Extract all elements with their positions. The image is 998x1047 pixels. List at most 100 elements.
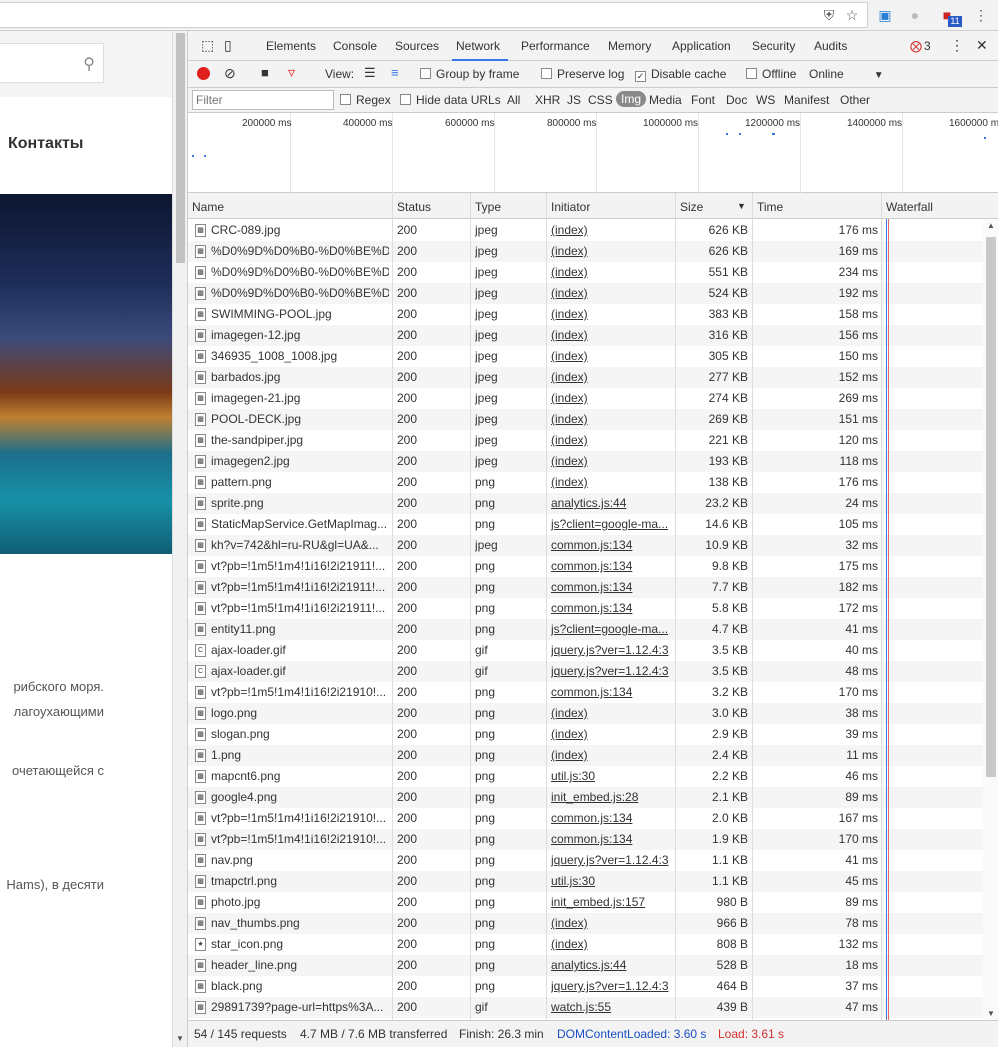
table-row[interactable]: ▩ the-sandpiper.jpg 200 jpeg (index) 221 KB 12… [188, 430, 983, 451]
filter-type-ws[interactable]: WS [756, 93, 775, 107]
table-row[interactable]: ▩ SWIMMING-POOL.jpg 200 jpeg (index) 383 KB 15… [188, 304, 983, 325]
filter-type-font[interactable]: Font [691, 93, 715, 107]
table-row[interactable]: ▩ sprite.png 200 png analytics.js:44 23.2 KB 2… [188, 493, 983, 514]
cell-initiator[interactable]: common.js:134 [551, 559, 673, 573]
cell-name[interactable]: 346935_1008_1008.jpg [211, 349, 389, 363]
cell-initiator[interactable]: common.js:134 [551, 811, 673, 825]
table-row[interactable]: ▩ nav_thumbs.png 200 png (index) 966 B 78 ms [188, 913, 983, 934]
search-icon[interactable]: ⚲ [83, 54, 95, 74]
extension-icon[interactable]: ▣ [876, 6, 894, 24]
table-row[interactable]: Cajax-loader.gif 200 gif jquery.js?ver=1.12… [188, 661, 983, 682]
cell-name[interactable]: %D0%9D%D0%B0-%D0%BE%D... [211, 265, 389, 279]
table-row[interactable]: ▩ imagegen2.jpg 200 jpeg (index) 193 KB 118 ms [188, 451, 983, 472]
table-row[interactable]: ▩ black.png 200 png jquery.js?ver=1.12.4:3 46… [188, 976, 983, 997]
cell-initiator[interactable]: (index) [551, 916, 673, 930]
scroll-down-icon[interactable]: ▼ [987, 1009, 995, 1018]
cell-name[interactable]: pattern.png [211, 475, 389, 489]
chevron-down-icon[interactable]: ▼ [874, 70, 884, 81]
cell-initiator[interactable]: (index) [551, 349, 673, 363]
cell-name[interactable]: ajax-loader.gif [211, 664, 389, 678]
checkbox-icon[interactable] [746, 68, 757, 79]
tab-performance[interactable]: Performance [521, 39, 590, 53]
cell-name[interactable]: imagegen2.jpg [211, 454, 389, 468]
cell-initiator[interactable]: (index) [551, 370, 673, 384]
cell-initiator[interactable]: (index) [551, 307, 673, 321]
filter-type-all[interactable]: All [507, 93, 520, 107]
cell-name[interactable]: the-sandpiper.jpg [211, 433, 389, 447]
cell-initiator[interactable]: (index) [551, 727, 673, 741]
offline-checkbox[interactable]: Offline [746, 67, 796, 81]
page-scroll-thumb[interactable] [176, 33, 185, 263]
table-row[interactable]: ▩ header_line.png 200 png analytics.js:44 528… [188, 955, 983, 976]
cell-name[interactable]: vt?pb=!1m5!1m4!1i16!2i21911!... [211, 559, 389, 573]
cell-name[interactable]: kh?v=742&hl=ru-RU&gl=UA&... [211, 538, 389, 552]
cell-name[interactable]: star_icon.png [211, 937, 389, 951]
table-row[interactable]: ▩ barbados.jpg 200 jpeg (index) 277 KB 152 ms [188, 367, 983, 388]
table-row[interactable]: ▩ pattern.png 200 png (index) 138 KB 176 ms [188, 472, 983, 493]
table-row[interactable]: ▩ %D0%9D%D0%B0-%D0%BE%D... 200 jpeg (index) 6… [188, 241, 983, 262]
camera-icon[interactable]: ■ [261, 65, 269, 80]
checkbox-icon[interactable] [420, 68, 431, 79]
cell-name[interactable]: 1.png [211, 748, 389, 762]
table-row[interactable]: ▩ %D0%9D%D0%B0-%D0%BE%D... 200 jpeg (index) 5… [188, 283, 983, 304]
record-icon[interactable] [197, 67, 210, 80]
checkbox-icon[interactable] [541, 68, 552, 79]
filter-type-manifest[interactable]: Manifest [784, 93, 829, 107]
table-scrollbar[interactable]: ▲ ▼ [983, 219, 998, 1020]
cell-initiator[interactable]: (index) [551, 328, 673, 342]
table-row[interactable]: ▩ photo.jpg 200 png init_embed.js:157 980 B 89… [188, 892, 983, 913]
cell-name[interactable]: vt?pb=!1m5!1m4!1i16!2i21910!... [211, 811, 389, 825]
cell-initiator[interactable]: (index) [551, 244, 673, 258]
cell-initiator[interactable]: util.js:30 [551, 874, 673, 888]
checkbox-icon[interactable] [400, 94, 411, 105]
table-scroll-thumb[interactable] [986, 237, 996, 777]
table-row[interactable]: ▩ nav.png 200 png jquery.js?ver=1.12.4:3 1.1 … [188, 850, 983, 871]
error-count[interactable]: 3 [924, 39, 931, 53]
table-row[interactable]: ▩ CRC-089.jpg 200 jpeg (index) 626 KB 176 ms [188, 220, 983, 241]
cell-initiator[interactable]: (index) [551, 706, 673, 720]
filter-type-other[interactable]: Other [840, 93, 870, 107]
cell-initiator[interactable]: init_embed.js:157 [551, 895, 673, 909]
inspect-element-icon[interactable]: ⬚ [201, 37, 214, 54]
col-header-time[interactable]: Time [757, 200, 783, 214]
filter-type-media[interactable]: Media [649, 93, 682, 107]
throttling-select[interactable]: Online ▼ [809, 67, 884, 81]
table-row[interactable]: ▩ vt?pb=!1m5!1m4!1i16!2i21910!... 200 png co… [188, 829, 983, 850]
cell-initiator[interactable]: jquery.js?ver=1.12.4:3 [551, 643, 673, 657]
group-by-frame-checkbox[interactable]: Group by frame [420, 67, 519, 81]
tab-sources[interactable]: Sources [395, 39, 439, 53]
cell-name[interactable]: ajax-loader.gif [211, 643, 389, 657]
network-overview[interactable]: 200000 ms 400000 ms 600000 ms 800000 ms … [188, 113, 998, 193]
cell-name[interactable]: nav_thumbs.png [211, 916, 389, 930]
cell-name[interactable]: entity11.png [211, 622, 389, 636]
cell-initiator[interactable]: init_embed.js:28 [551, 790, 673, 804]
cell-initiator[interactable]: (index) [551, 391, 673, 405]
cell-initiator[interactable]: js?client=google-ma... [551, 517, 673, 531]
table-row[interactable]: ▩ vt?pb=!1m5!1m4!1i16!2i21911!... 200 png co… [188, 577, 983, 598]
table-row[interactable]: ▩ StaticMapService.GetMapImag... 200 png js?… [188, 514, 983, 535]
filter-type-doc[interactable]: Doc [726, 93, 747, 107]
tab-application[interactable]: Application [672, 39, 731, 53]
cell-name[interactable]: vt?pb=!1m5!1m4!1i16!2i21911!... [211, 580, 389, 594]
regex-checkbox[interactable]: Regex [340, 93, 391, 107]
address-bar[interactable] [0, 2, 868, 28]
filter-type-img[interactable]: Img [616, 91, 647, 107]
scroll-down-icon[interactable]: ▼ [176, 1034, 184, 1043]
cell-name[interactable]: mapcnt6.png [211, 769, 389, 783]
cell-name[interactable]: imagegen-12.jpg [211, 328, 389, 342]
table-row[interactable]: ★ star_icon.png 200 png (index) 808 B 132 ms [188, 934, 983, 955]
filter-type-xhr[interactable]: XHR [535, 93, 560, 107]
table-row[interactable]: ▩ vt?pb=!1m5!1m4!1i16!2i21910!... 200 png co… [188, 682, 983, 703]
cell-initiator[interactable]: (index) [551, 286, 673, 300]
table-row[interactable]: ▩ google4.png 200 png init_embed.js:28 2.1 KB… [188, 787, 983, 808]
extension-icon[interactable]: ● [906, 6, 924, 24]
cell-initiator[interactable]: common.js:134 [551, 832, 673, 846]
table-row[interactable]: ▩ tmapctrl.png 200 png util.js:30 1.1 KB 45 ms [188, 871, 983, 892]
cell-name[interactable]: vt?pb=!1m5!1m4!1i16!2i21910!... [211, 685, 389, 699]
cell-name[interactable]: vt?pb=!1m5!1m4!1i16!2i21910!... [211, 832, 389, 846]
cell-initiator[interactable]: (index) [551, 475, 673, 489]
table-row[interactable]: ▩ mapcnt6.png 200 png util.js:30 2.2 KB 46 ms [188, 766, 983, 787]
cell-initiator[interactable]: common.js:134 [551, 685, 673, 699]
page-search-input[interactable]: ⚲ [0, 43, 104, 83]
cell-name[interactable]: 29891739?page-url=https%3A... [211, 1000, 389, 1014]
